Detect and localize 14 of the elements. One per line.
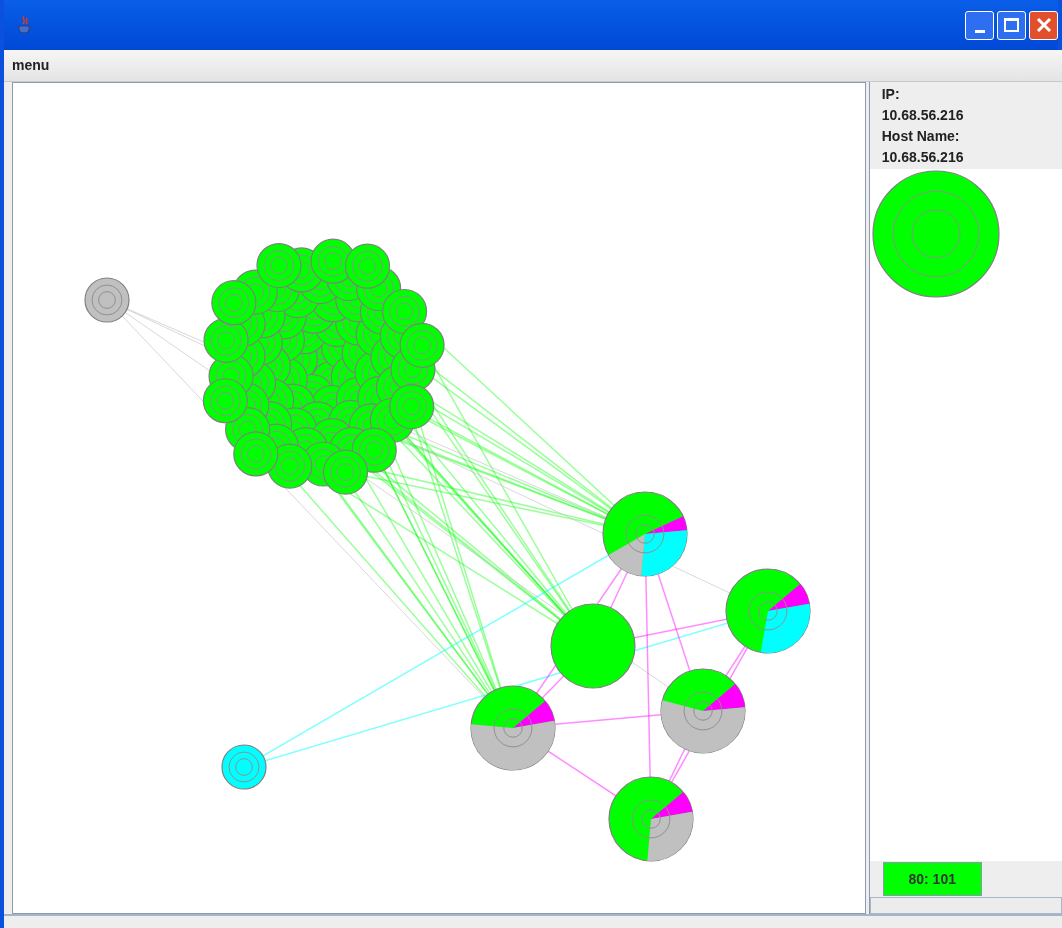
- host-name-value: 10.68.56.216: [881, 148, 965, 167]
- graph-node: [221, 744, 267, 790]
- scrollbar[interactable]: [869, 897, 1062, 914]
- ip-label: IP:: [881, 85, 901, 104]
- status-badge: 80: 101: [882, 862, 982, 896]
- host-name-label: Host Name:: [881, 127, 961, 146]
- maximize-button[interactable]: [997, 10, 1026, 40]
- minimize-button[interactable]: [965, 10, 994, 40]
- close-icon: [1035, 17, 1052, 33]
- close-button[interactable]: [1029, 10, 1058, 40]
- menu-item[interactable]: menu: [8, 55, 54, 76]
- graph-node: [84, 277, 130, 323]
- ip-value: 10.68.56.216: [881, 106, 965, 125]
- cup-icon: [16, 15, 34, 35]
